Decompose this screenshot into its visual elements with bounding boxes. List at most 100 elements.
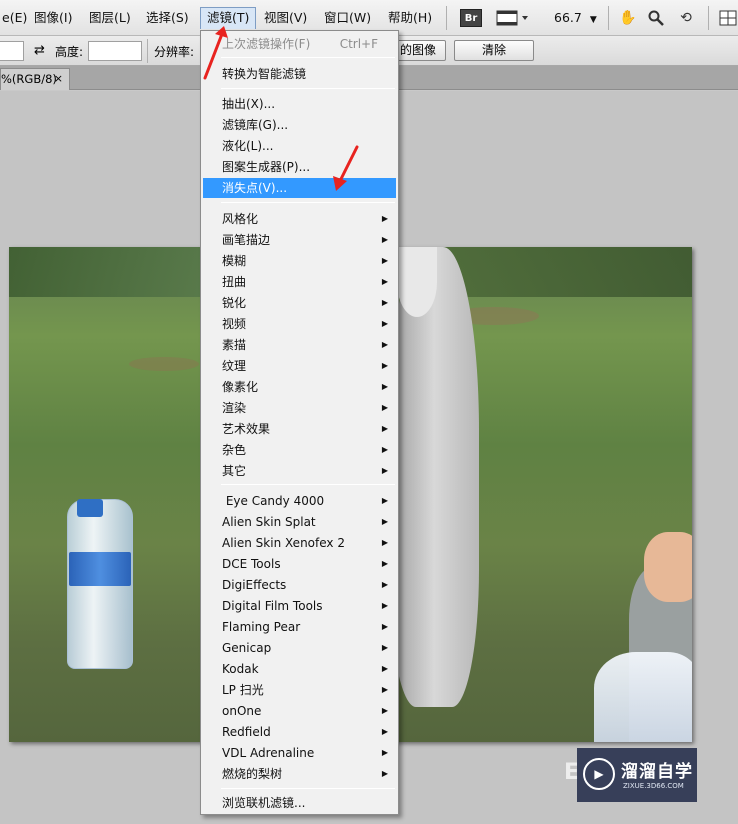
menu-item-submenu[interactable]: 视频 ▶ xyxy=(203,314,396,334)
menu-item-submenu[interactable]: 模糊 ▶ xyxy=(203,251,396,271)
menu-item-submenu[interactable]: 杂色 ▶ xyxy=(203,440,396,460)
menu-item-submenu[interactable]: 画笔描边 ▶ xyxy=(203,230,396,250)
submenu-arrow-icon: ▶ xyxy=(381,496,388,505)
menu-item-plugin[interactable]: Alien Skin Splat ▶ xyxy=(203,512,396,532)
height-label: 高度: xyxy=(55,45,84,59)
menu-item-last-filter[interactable]: 上次滤镜操作(F) Ctrl+F xyxy=(203,34,396,54)
menu-item-plugin[interactable]: onOne ▶ xyxy=(203,701,396,721)
menu-separator xyxy=(221,484,395,485)
menu-item-submenu[interactable]: 渲染 ▶ xyxy=(203,398,396,418)
zoom-level-dropdown[interactable]: 66.7 ▼ xyxy=(548,7,598,29)
rotate-view-button[interactable]: ⟲ xyxy=(676,8,696,28)
menu-select[interactable]: 选择(S) xyxy=(140,7,195,29)
submenu-arrow-icon: ▶ xyxy=(381,538,388,547)
options-separator xyxy=(147,39,148,63)
menu-item-submenu[interactable]: 纹理 ▶ xyxy=(203,356,396,376)
resolution-label: 分辨率: xyxy=(154,45,195,59)
menu-item-label: 视频 xyxy=(222,317,247,331)
submenu-arrow-icon: ▶ xyxy=(381,685,388,694)
submenu-arrow-icon: ▶ xyxy=(381,466,388,475)
submenu-arrow-icon: ▶ xyxy=(381,298,388,307)
menu-item-pattern-maker[interactable]: 图案生成器(P)... xyxy=(203,157,396,177)
menu-item-label: 上次滤镜操作(F) xyxy=(222,37,311,51)
menu-item-submenu[interactable]: 锐化 ▶ xyxy=(203,293,396,313)
submenu-arrow-icon: ▶ xyxy=(381,643,388,652)
menu-item-liquify[interactable]: 液化(L)... xyxy=(203,136,396,156)
photo-bottle-label xyxy=(69,552,131,586)
width-field[interactable] xyxy=(0,41,24,61)
height-field[interactable] xyxy=(88,41,142,61)
hand-tool-button[interactable]: ✋ xyxy=(618,8,638,28)
menu-item-label: onOne xyxy=(222,704,262,718)
menu-item-plugin[interactable]: Genicap ▶ xyxy=(203,638,396,658)
menu-separator xyxy=(708,6,709,30)
menu-item-submenu[interactable]: 其它 ▶ xyxy=(203,461,396,481)
menu-item-plugin[interactable]: Digital Film Tools ▶ xyxy=(203,596,396,616)
screen-mode-button[interactable] xyxy=(496,8,530,28)
rotate-hand-icon: ⟲ xyxy=(680,10,692,26)
menu-window[interactable]: 窗口(W) xyxy=(318,7,377,29)
close-icon[interactable]: × xyxy=(54,69,63,89)
menu-item-vanishing-point[interactable]: 消失点(V)... xyxy=(203,178,396,198)
menu-item-plugin[interactable]: Flaming Pear ▶ xyxy=(203,617,396,637)
menu-item-submenu[interactable]: 像素化 ▶ xyxy=(203,377,396,397)
submenu-arrow-icon: ▶ xyxy=(381,424,388,433)
submenu-arrow-icon: ▶ xyxy=(381,256,388,265)
menu-item-plugin[interactable]: Alien Skin Xenofex 2 ▶ xyxy=(203,533,396,553)
menu-item-label: 艺术效果 xyxy=(222,422,271,436)
watermark-url: ZIXUE.3D66.COM xyxy=(623,782,684,790)
menu-item-plugin[interactable]: 燃烧的梨树 ▶ xyxy=(203,764,396,784)
submenu-arrow-icon: ▶ xyxy=(381,382,388,391)
menu-item-convert-smart-filter[interactable]: 转换为智能滤镜 xyxy=(203,64,396,84)
zoom-tool-button[interactable] xyxy=(646,8,666,28)
menu-item-label: 素描 xyxy=(222,338,247,352)
clear-button[interactable]: 清除 xyxy=(454,40,534,61)
menu-item-plugin[interactable]: DigiEffects ▶ xyxy=(203,575,396,595)
submenu-arrow-icon: ▶ xyxy=(381,748,388,757)
submenu-arrow-icon: ▶ xyxy=(381,340,388,349)
filter-menu-dropdown: 上次滤镜操作(F) Ctrl+F 转换为智能滤镜 抽出(X)... 滤镜库(G)… xyxy=(200,30,399,815)
submenu-arrow-icon: ▶ xyxy=(381,445,388,454)
submenu-arrow-icon: ▶ xyxy=(381,706,388,715)
submenu-arrow-icon: ▶ xyxy=(381,559,388,568)
menu-item-label: DigiEffects xyxy=(222,578,287,592)
menu-item-plugin[interactable]: LP 扫光 ▶ xyxy=(203,680,396,700)
bridge-button[interactable]: Br xyxy=(460,8,482,28)
menu-item-label: Kodak xyxy=(222,662,259,676)
document-tab[interactable]: %(RGB/8) × xyxy=(0,68,70,90)
swap-icon[interactable]: ⇄ xyxy=(34,43,45,58)
menu-item-browse-online-filters[interactable]: 浏览联机滤镜... xyxy=(203,793,396,813)
menu-item-submenu[interactable]: 素描 ▶ xyxy=(203,335,396,355)
menu-item-filter-gallery[interactable]: 滤镜库(G)... xyxy=(203,115,396,135)
menu-item-plugin[interactable]: VDL Adrenaline ▶ xyxy=(203,743,396,763)
menu-view[interactable]: 视图(V) xyxy=(258,7,313,29)
submenu-arrow-icon: ▶ xyxy=(381,277,388,286)
menu-item-label: Alien Skin Xenofex 2 xyxy=(222,536,345,550)
menu-image[interactable]: 图像(I) xyxy=(28,7,78,29)
grid-layout-icon xyxy=(719,10,737,26)
menu-item-label: Alien Skin Splat xyxy=(222,515,316,529)
menu-item-label: LP 扫光 xyxy=(222,683,264,697)
menu-item-label: Flaming Pear xyxy=(222,620,301,634)
menu-item-extract[interactable]: 抽出(X)... xyxy=(203,94,396,114)
zoom-value: 66.7 xyxy=(554,10,582,25)
menu-separator xyxy=(446,6,447,30)
menu-layer[interactable]: 图层(L) xyxy=(83,7,137,29)
menu-item-plugin[interactable]: Kodak ▶ xyxy=(203,659,396,679)
menu-item-submenu[interactable]: 风格化 ▶ xyxy=(203,209,396,229)
menu-filter[interactable]: 滤镜(T) xyxy=(200,7,257,29)
menu-help[interactable]: 帮助(H) xyxy=(382,7,438,29)
menu-item-plugin[interactable]: Redfield ▶ xyxy=(203,722,396,742)
photo-plastic-bag xyxy=(594,652,692,742)
arrange-documents-button[interactable] xyxy=(718,8,738,28)
menu-item-label: DCE Tools xyxy=(222,557,281,571)
menu-item-label: 像素化 xyxy=(222,380,259,394)
menu-item-plugin[interactable]: DCE Tools ▶ xyxy=(203,554,396,574)
submenu-arrow-icon: ▶ xyxy=(381,361,388,370)
menu-item-plugin[interactable]: Eye Candy 4000 ▶ xyxy=(203,491,396,511)
menu-item-submenu[interactable]: 扭曲 ▶ xyxy=(203,272,396,292)
menu-item-submenu[interactable]: 艺术效果 ▶ xyxy=(203,419,396,439)
menu-item-label: 渲染 xyxy=(222,401,247,415)
menu-separator xyxy=(221,788,395,789)
menu-item-label: 扭曲 xyxy=(222,275,247,289)
